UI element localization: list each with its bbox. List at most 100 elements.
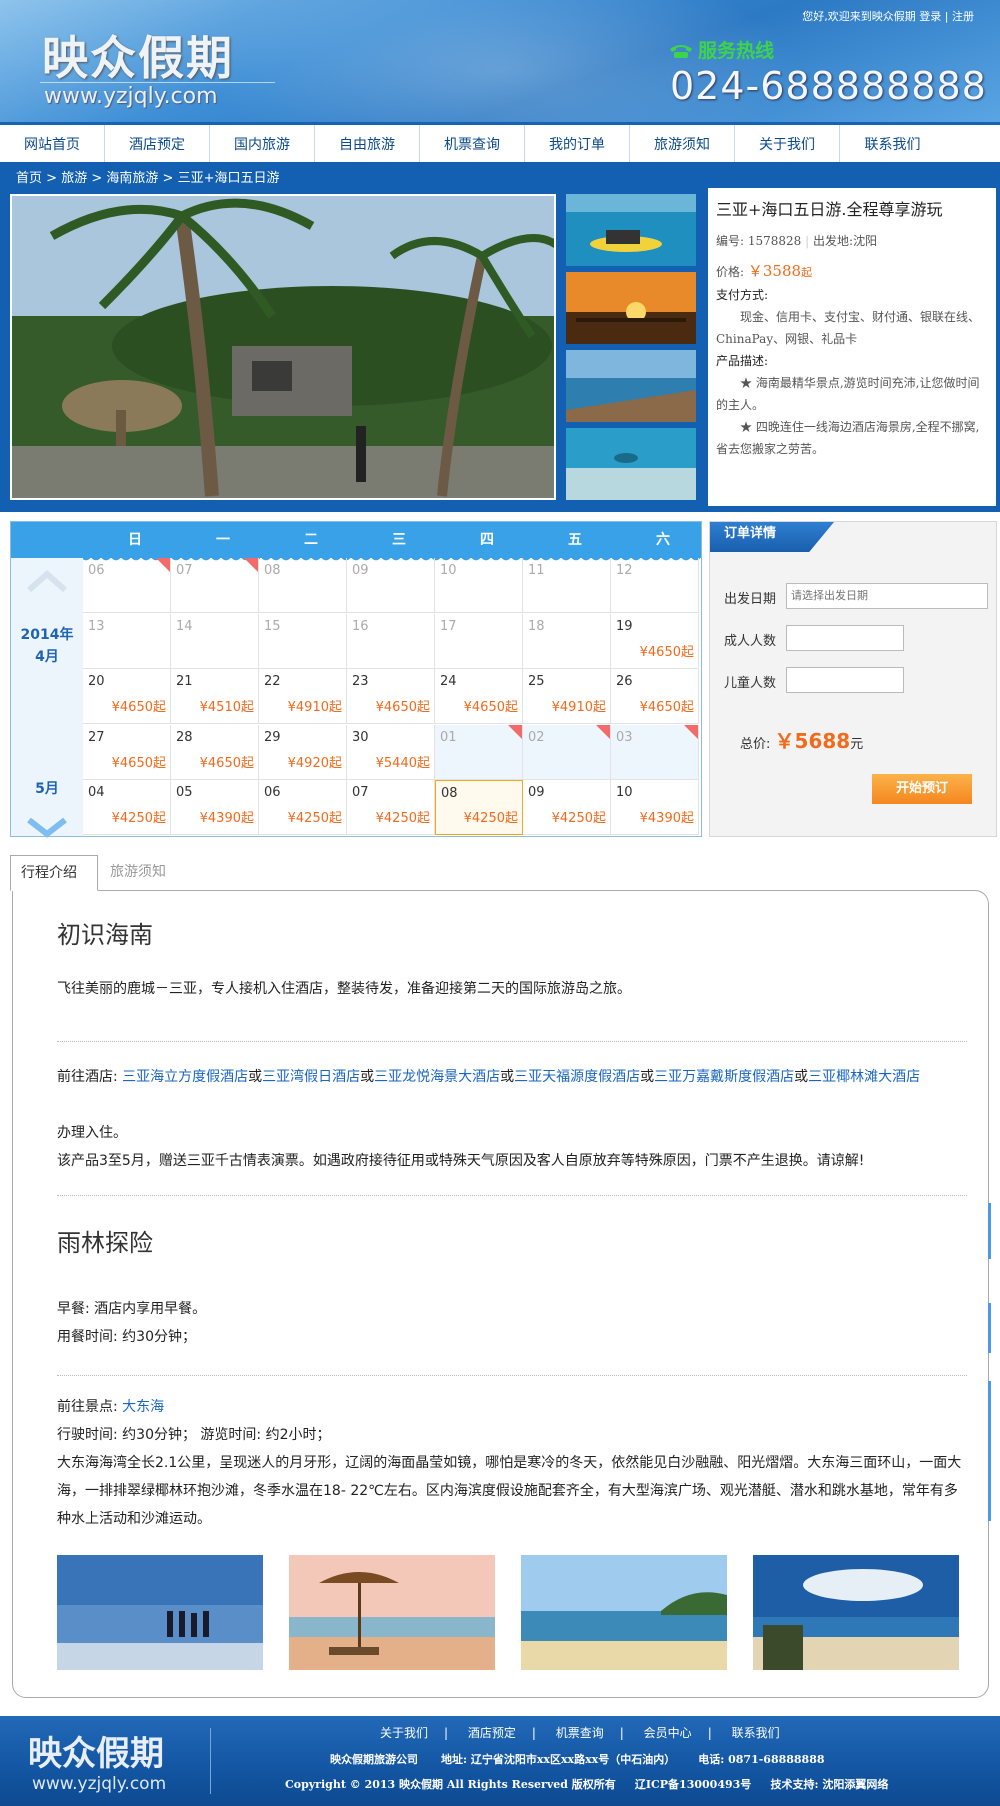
- footer-logo[interactable]: 映众假期: [28, 1726, 164, 1775]
- calendar-day-cell[interactable]: 19 ¥4650起: [611, 613, 699, 669]
- spot-link[interactable]: 大东海: [122, 1399, 164, 1415]
- footer-logo-url: www.yzjqly.com: [32, 1774, 167, 1794]
- calendar-day-cell[interactable]: 05 ¥4390起: [171, 780, 259, 836]
- product-section: 首页 > 旅游 > 海南旅游 > 三亚+海口五日游 三亚+海口五日游.全程尊享游…: [0, 162, 1000, 512]
- hotel-link[interactable]: 三亚万嘉戴斯度假酒店: [654, 1069, 794, 1085]
- calendar-day-cell: 11: [523, 558, 611, 613]
- footer-link-about[interactable]: 关于我们: [380, 1726, 428, 1740]
- product-title: 三亚+海口五日游.全程尊享游玩: [716, 200, 943, 219]
- hotel-link[interactable]: 三亚龙悦海景大酒店: [374, 1069, 500, 1085]
- product-code-row: 编号: 1578828 | 出发地:沈阳: [716, 234, 878, 248]
- tab-itinerary[interactable]: 行程介绍: [10, 855, 98, 891]
- header: 映众假期 www.yzjqly.com 您好,欢迎来到映众假期 登录 | 注册 …: [0, 0, 1000, 122]
- tab-travel-notes[interactable]: 旅游须知: [100, 855, 190, 891]
- calendar-day-cell: 06: [83, 558, 171, 613]
- hotel-link[interactable]: 三亚天福源度假酒店: [514, 1069, 640, 1085]
- child-count-input[interactable]: [786, 667, 904, 693]
- weekday-tue: 二: [304, 532, 318, 548]
- hotel-link[interactable]: 三亚椰林滩大酒店: [808, 1069, 920, 1085]
- footer-link-hotel[interactable]: 酒店预定: [468, 1726, 516, 1740]
- calendar-day-cell[interactable]: 10 ¥4390起: [611, 780, 699, 836]
- calendar-day-cell[interactable]: 06 ¥4250起: [259, 780, 347, 836]
- nav-item-home[interactable]: 网站首页: [0, 125, 105, 162]
- side-accent-bar: [988, 1381, 991, 1521]
- calendar-day-cell[interactable]: 04 ¥4250起: [83, 780, 171, 836]
- nav-item-contact[interactable]: 联系我们: [840, 125, 945, 162]
- footer-link-contact[interactable]: 联系我们: [732, 1726, 780, 1740]
- start-booking-button[interactable]: 开始预订: [872, 774, 972, 804]
- chevron-right-icon: >: [46, 171, 62, 186]
- calendar-day-cell[interactable]: 07 ¥4250起: [347, 780, 435, 836]
- site-logo[interactable]: 映众假期: [42, 22, 234, 88]
- hotline-label-text: 服务热线: [698, 40, 775, 62]
- chevron-down-icon[interactable]: [27, 816, 67, 838]
- breadcrumb-current: 三亚+海口五日游: [177, 171, 280, 186]
- calendar-day-number: 26: [616, 674, 633, 690]
- total-price-value: ￥5688: [774, 729, 851, 753]
- divider: [57, 1195, 967, 1196]
- order-panel: 订单详情 出发日期 成人人数 儿童人数 总价: ￥5688元 开始预订: [709, 521, 997, 837]
- desc-item-2: ★ 四晚连住一线海边酒店海景房,全程不挪窝,省去您搬家之劳苦。: [716, 420, 980, 456]
- day1-text: 飞往美丽的鹿城－三亚，专人接机入住酒店，整装待发，准备迎接第二天的国际旅游岛之旅…: [57, 981, 631, 997]
- calendar-day-cell: 12: [611, 558, 699, 613]
- thumbnail-underwater[interactable]: [566, 428, 696, 500]
- nav-item-travel-notes[interactable]: 旅游须知: [630, 125, 735, 162]
- calendar-day-cell[interactable]: 24 ¥4650起: [435, 669, 523, 725]
- breadcrumb-home[interactable]: 首页: [16, 171, 42, 186]
- nav-item-domestic[interactable]: 国内旅游: [210, 125, 315, 162]
- thumbnail-sunset[interactable]: [566, 272, 696, 344]
- calendar-day-cell: 10: [435, 558, 523, 613]
- calendar-day-cell[interactable]: 08 ¥4250起: [435, 780, 523, 836]
- adult-count-input[interactable]: [786, 625, 904, 651]
- calendar-day-number: 23: [352, 674, 369, 690]
- desc-item-1: ★ 海南最精华景点,游览时间充沛,让您做时间的主人。: [716, 376, 980, 412]
- calendar-day-number: 08: [441, 786, 458, 802]
- calendar-day-cell[interactable]: 25 ¥4910起: [523, 669, 611, 725]
- calendar-day-cell[interactable]: 26 ¥4650起: [611, 669, 699, 725]
- calendar-day-cell[interactable]: 27 ¥4650起: [83, 724, 171, 780]
- calendar-day-price: ¥4250起: [463, 811, 518, 827]
- calendar-day-number: 24: [440, 674, 457, 690]
- nav-item-hotel[interactable]: 酒店预定: [105, 125, 210, 162]
- calendar-day-cell[interactable]: 29 ¥4920起: [259, 724, 347, 780]
- calendar-day-cell[interactable]: 09 ¥4250起: [523, 780, 611, 836]
- thumbnail-coast[interactable]: [566, 350, 696, 422]
- footer-link-flights[interactable]: 机票查询: [556, 1726, 604, 1740]
- hotel-link[interactable]: 三亚海立方度假酒店: [122, 1069, 248, 1085]
- weekday-thu: 四: [480, 532, 494, 548]
- icp-number: 辽ICP备13000493号: [634, 1778, 752, 1791]
- nav-item-about[interactable]: 关于我们: [735, 125, 840, 162]
- payment-label: 支付方式:: [716, 288, 769, 302]
- calendar-day-price: ¥4390起: [639, 811, 694, 827]
- thumbnail-banana-boat[interactable]: [566, 194, 696, 266]
- desc-label: 产品描述:: [716, 354, 769, 368]
- hotel-link[interactable]: 三亚湾假日酒店: [262, 1069, 360, 1085]
- spot-label: 前往景点:: [57, 1399, 123, 1415]
- calendar-day-price: ¥4650起: [639, 644, 694, 660]
- calendar-day-cell[interactable]: 20 ¥4650起: [83, 669, 171, 725]
- breadcrumb-travel[interactable]: 旅游: [61, 171, 87, 186]
- nav-item-free-travel[interactable]: 自由旅游: [315, 125, 420, 162]
- depart-date-input[interactable]: [786, 583, 988, 609]
- footer-link-members[interactable]: 会员中心: [644, 1726, 692, 1740]
- calendar-day-number: 07: [176, 563, 193, 578]
- nav-item-flights[interactable]: 机票查询: [420, 125, 525, 162]
- weekday-sun: 日: [128, 532, 142, 548]
- register-link[interactable]: 注册: [952, 10, 974, 23]
- calendar-day-cell[interactable]: 30 ¥5440起: [347, 724, 435, 780]
- order-details-tab: 订单详情: [710, 522, 834, 552]
- nav-item-my-orders[interactable]: 我的订单: [525, 125, 630, 162]
- day2-title: 雨林探险: [57, 1229, 153, 1257]
- breadcrumb-hainan[interactable]: 海南旅游: [106, 171, 158, 186]
- calendar-day-cell[interactable]: 22 ¥4910起: [259, 669, 347, 725]
- chevron-up-icon[interactable]: [27, 570, 67, 592]
- ticket-note: 该产品3至5月，赠送三亚千古情表演票。如遇政府接待征用或特殊天气原因及客人自原放…: [57, 1153, 865, 1169]
- calendar-day-cell[interactable]: 28 ¥4650起: [171, 724, 259, 780]
- calendar-day-cell[interactable]: 21 ¥4510起: [171, 669, 259, 725]
- calendar-day-number: 06: [88, 563, 105, 578]
- depart-label: 出发地:: [813, 234, 854, 248]
- calendar-day-cell[interactable]: 23 ¥4650起: [347, 669, 435, 725]
- weekday-sat: 六: [656, 532, 670, 548]
- main-nav: 网站首页 酒店预定 国内旅游 自由旅游 机票查询 我的订单 旅游须知 关于我们 …: [0, 122, 1000, 162]
- login-link[interactable]: 登录: [919, 10, 941, 23]
